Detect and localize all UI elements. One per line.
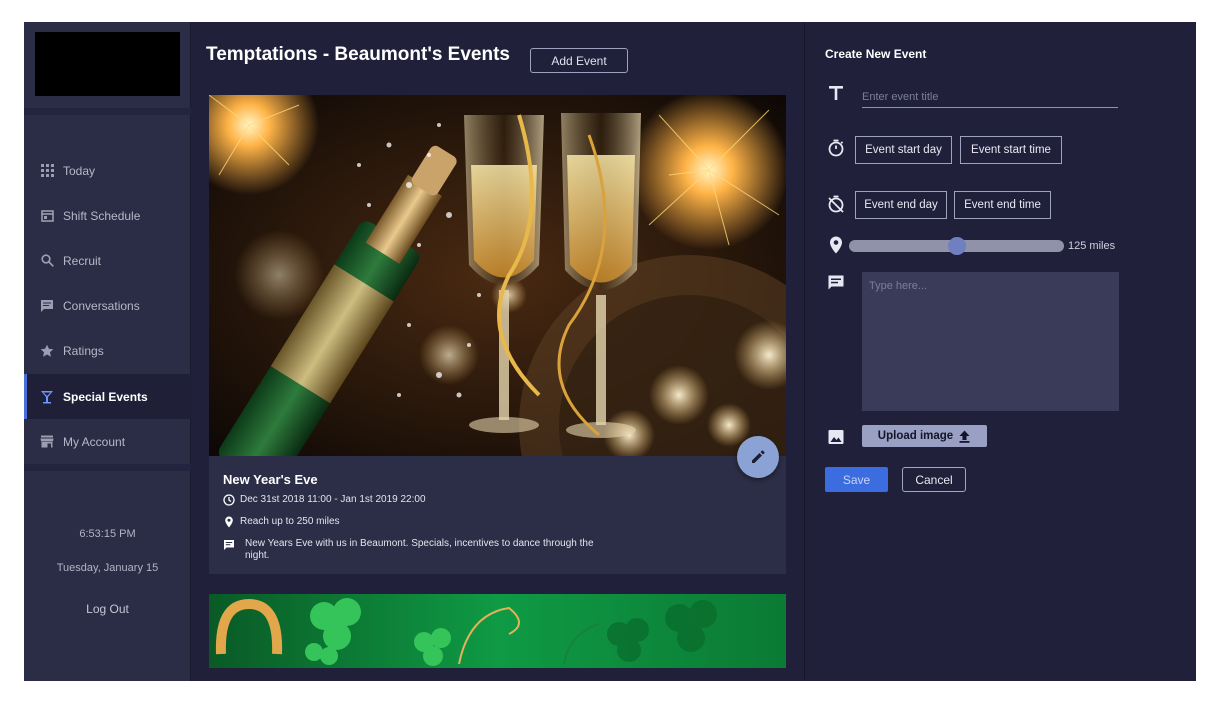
calendar-icon xyxy=(39,208,55,224)
grid-icon xyxy=(39,163,55,179)
chat-icon xyxy=(828,275,844,290)
app-window: Today Shift Schedule Recruit Conversatio… xyxy=(24,22,1196,681)
cocktail-icon xyxy=(39,389,55,405)
sidebar-item-my-account[interactable]: My Account xyxy=(24,419,191,464)
event-image xyxy=(209,594,786,668)
location-pin-icon xyxy=(223,516,235,528)
panel-title: Create New Event xyxy=(825,47,927,61)
radius-slider-thumb[interactable] xyxy=(947,237,966,255)
cancel-button[interactable]: Cancel xyxy=(902,467,966,492)
event-reach-text: Reach up to 250 miles xyxy=(240,516,340,527)
star-icon xyxy=(39,343,55,359)
sidebar-item-today[interactable]: Today xyxy=(24,148,191,193)
radius-value: 125 miles xyxy=(1068,240,1116,252)
event-datetime-text: Dec 31st 2018 11:00 - Jan 1st 2019 22:00 xyxy=(240,494,426,505)
logo xyxy=(35,32,180,96)
event-title-input[interactable] xyxy=(862,86,1118,108)
event-card: New Year's Eve Dec 31st 2018 11:00 - Jan… xyxy=(209,95,786,574)
event-end-day-button[interactable]: Event end day xyxy=(855,191,947,219)
text-format-icon xyxy=(829,86,843,100)
event-description-text: New Years Eve with us in Beaumont. Speci… xyxy=(245,538,594,561)
clock-date: Tuesday, January 15 xyxy=(56,562,159,574)
timer-icon xyxy=(828,139,844,157)
clock-icon xyxy=(223,494,235,506)
sidebar-divider xyxy=(24,464,191,471)
chat-icon xyxy=(39,298,55,314)
event-description-input[interactable] xyxy=(862,272,1119,411)
page-title: Temptations - Beaumont's Events xyxy=(206,44,510,65)
events-main: Temptations - Beaumont's Events Add Even… xyxy=(192,22,803,681)
sidebar-item-label: My Account xyxy=(63,434,126,449)
sidebar: Today Shift Schedule Recruit Conversatio… xyxy=(24,22,191,681)
sidebar-item-recruit[interactable]: Recruit xyxy=(24,238,191,283)
sidebar-item-label: Today xyxy=(63,163,96,178)
event-card xyxy=(209,594,786,668)
sidebar-item-shift-schedule[interactable]: Shift Schedule xyxy=(24,193,191,238)
sidebar-item-ratings[interactable]: Ratings xyxy=(24,328,191,373)
edit-event-button[interactable] xyxy=(737,436,779,478)
sidebar-item-label: Shift Schedule xyxy=(63,208,141,223)
timer-off-icon xyxy=(828,195,844,213)
event-description: New Years Eve with us in Beaumont. Speci… xyxy=(223,538,615,562)
add-event-button[interactable]: Add Event xyxy=(530,48,628,73)
create-event-panel: Create New Event Event start day Event s… xyxy=(804,22,1196,681)
event-start-day-button[interactable]: Event start day xyxy=(855,136,952,164)
sidebar-item-special-events[interactable]: Special Events xyxy=(24,374,191,419)
sidebar-item-label: Conversations xyxy=(63,298,140,313)
location-pin-icon xyxy=(830,236,842,254)
clock-time: 6:53:15 PM xyxy=(79,528,136,540)
event-title: New Year's Eve xyxy=(223,472,318,487)
search-icon xyxy=(39,253,55,269)
logout-link[interactable]: Log Out xyxy=(24,602,191,616)
upload-image-label: Upload image xyxy=(877,430,954,442)
image-icon xyxy=(828,430,844,444)
sidebar-divider xyxy=(24,108,191,115)
event-reach: Reach up to 250 miles xyxy=(223,516,340,528)
store-icon xyxy=(39,434,55,450)
sidebar-item-label: Recruit xyxy=(63,253,102,268)
event-start-time-button[interactable]: Event start time xyxy=(960,136,1062,164)
save-button[interactable]: Save xyxy=(825,467,888,492)
sidebar-item-label: Ratings xyxy=(63,343,104,358)
chat-icon xyxy=(223,539,235,551)
event-end-time-button[interactable]: Event end time xyxy=(954,191,1051,219)
sidebar-item-conversations[interactable]: Conversations xyxy=(24,283,191,328)
upload-image-button[interactable]: Upload image xyxy=(862,425,987,447)
sidebar-item-label: Special Events xyxy=(63,389,148,404)
event-datetime: Dec 31st 2018 11:00 - Jan 1st 2019 22:00 xyxy=(223,494,426,506)
upload-icon xyxy=(959,430,970,443)
pencil-icon xyxy=(752,450,765,463)
event-image xyxy=(209,95,786,456)
